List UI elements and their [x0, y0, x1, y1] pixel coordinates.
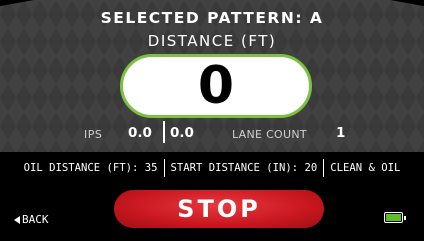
info-separator — [163, 159, 165, 177]
stop-label: STOP — [177, 195, 261, 223]
start-distance-text: START DISTANCE (IN): 20 — [170, 162, 318, 174]
info-bar: OIL DISTANCE (FT): 35 START DISTANCE (IN… — [0, 154, 424, 182]
battery-level — [386, 214, 401, 221]
battery-icon — [384, 212, 406, 223]
ips-value-right: 0.0 — [170, 125, 194, 141]
distance-label: DISTANCE (FT) — [147, 32, 277, 50]
ips-label: IPS — [84, 128, 103, 141]
lane-count-value: 1 — [336, 125, 346, 141]
info-separator — [323, 159, 325, 177]
back-button[interactable]: BACK — [14, 213, 49, 226]
stop-button[interactable]: STOP — [114, 190, 324, 228]
distance-display: 0 — [120, 54, 312, 118]
ips-value-left: 0.0 — [128, 125, 152, 141]
distance-value: 0 — [197, 56, 235, 116]
pattern-title: SELECTED PATTERN: A — [100, 9, 324, 27]
ips-divider — [163, 121, 165, 143]
battery-tip — [404, 215, 406, 220]
oil-distance-text: OIL DISTANCE (FT): 35 — [23, 162, 158, 174]
back-arrow-icon — [14, 215, 20, 224]
lane-count-label: LANE COUNT — [232, 128, 307, 141]
mode-text: CLEAN & OIL — [330, 162, 401, 174]
back-label: BACK — [22, 213, 49, 226]
